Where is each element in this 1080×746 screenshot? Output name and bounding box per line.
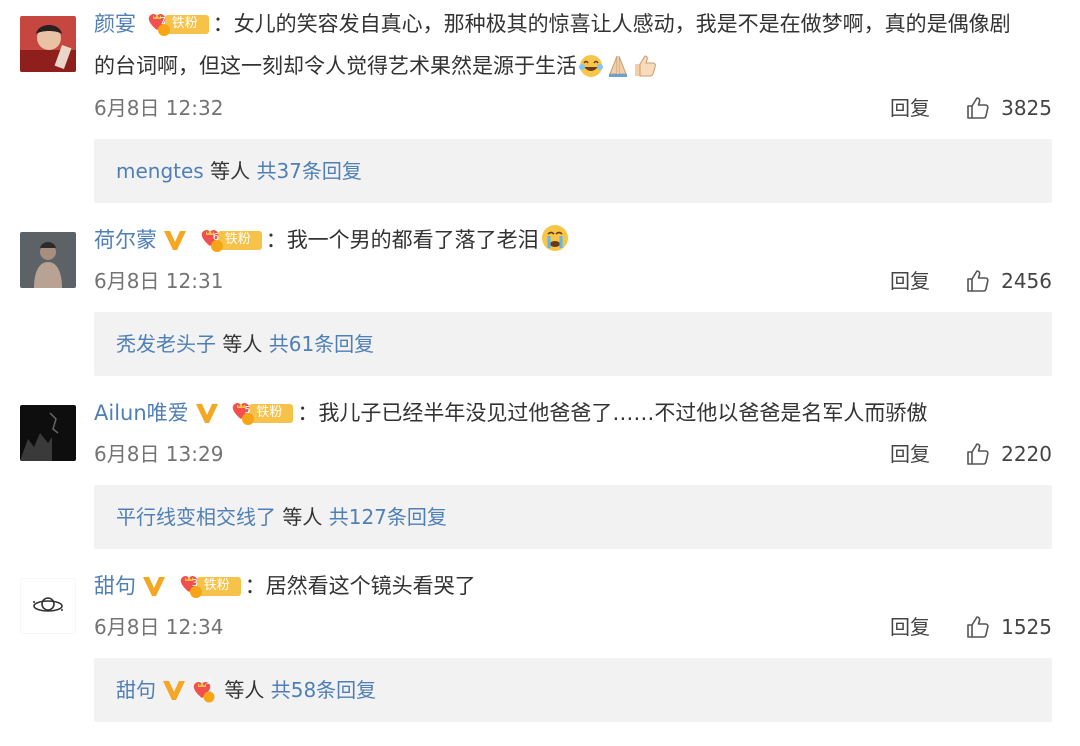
fan-level: 5 <box>244 405 251 416</box>
comment-time: 6月8日 12:34 <box>94 615 224 639</box>
thumbs-up-emoji-icon <box>632 53 658 90</box>
fan-badge-label: 铁粉 <box>224 232 251 247</box>
like-button[interactable]: 2456 <box>965 266 1052 296</box>
thumbs-up-icon <box>965 95 991 121</box>
comment-meta: 6月8日 12:32 回复 3825 <box>94 93 1052 123</box>
fan-badge[interactable]: 3 铁粉 <box>177 573 243 610</box>
crying-emoji-icon <box>540 223 570 264</box>
comment-text-line1: 我一个男的都看了落了老泪 <box>286 228 539 252</box>
avatar[interactable] <box>20 405 76 461</box>
comment-text-line2: 的台词啊，但这一刻却令人觉得艺术果然是源于生活 <box>94 54 577 78</box>
reply-username[interactable]: 平行线变相交线了 <box>116 505 276 529</box>
reply-total-link[interactable]: 共58条回复 <box>271 678 376 702</box>
comment-body: 荷尔蒙 6 铁粉 ：我一个男的都看了落了老泪 <box>94 222 1052 264</box>
reply-button[interactable]: 回复 <box>890 439 930 469</box>
reply-button[interactable]: 回复 <box>890 93 930 123</box>
reply-summary[interactable]: 平行线变相交线了 等人 共127条回复 <box>94 485 1052 549</box>
fan-badge[interactable]: 5 铁粉 <box>229 400 295 437</box>
reply-summary[interactable]: 甜句 3 等人 共58条回复 <box>94 658 1052 722</box>
username-link[interactable]: 甜句 <box>94 574 136 598</box>
comment-meta: 6月8日 13:29 回复 2220 <box>94 439 1052 469</box>
reply-summary[interactable]: 秃发老头子 等人 共61条回复 <box>94 312 1052 376</box>
fan-badge-label: 铁粉 <box>171 16 198 31</box>
thumbs-up-icon <box>965 614 991 640</box>
like-count: 2220 <box>1001 442 1052 466</box>
reply-username[interactable]: mengtes <box>116 159 204 183</box>
fan-level: 3 <box>206 677 212 687</box>
reply-summary[interactable]: mengtes 等人 共37条回复 <box>94 139 1052 203</box>
username-link[interactable]: 颜宴 <box>94 12 136 36</box>
fan-badge-label: 铁粉 <box>256 405 283 420</box>
fan-level: 6 <box>212 232 220 243</box>
verified-v-icon <box>195 400 219 436</box>
fan-badge[interactable]: 7 铁粉 <box>145 11 211 48</box>
comment-body: 甜句 3 铁粉 ：居然看这个镜头看哭了 <box>94 568 1052 610</box>
like-button[interactable]: 1525 <box>965 612 1052 642</box>
laugh-cry-emoji-icon <box>578 53 604 90</box>
avatar[interactable] <box>20 16 76 72</box>
verified-v-icon <box>162 663 186 727</box>
fan-crown-badge-icon[interactable]: 3 <box>190 664 216 728</box>
comment-text-line1: 女儿的笑容发自真心，那种极其的惊喜让人感动，我是不是在做梦啊，真的是偶像剧 <box>233 12 1011 36</box>
reply-total-link[interactable]: 共61条回复 <box>269 332 374 356</box>
and-others-label: 等人 <box>210 159 251 183</box>
username-link[interactable]: 荷尔蒙 <box>94 228 157 252</box>
like-count: 1525 <box>1001 615 1052 639</box>
thumbs-up-icon <box>965 441 991 467</box>
username-link[interactable]: Ailun唯爱 <box>94 401 189 425</box>
thumbs-up-icon <box>965 268 991 294</box>
reply-username[interactable]: 秃发老头子 <box>116 332 216 356</box>
comment-body: 颜宴 7 铁粉 ：女儿的笑容发自真心，那种极其的惊喜让人感动，我是不是在做梦啊，… <box>94 6 1052 90</box>
comment-time: 6月8日 12:32 <box>94 96 224 120</box>
and-others-label: 等人 <box>224 678 265 702</box>
verified-v-icon <box>163 227 187 263</box>
like-count: 2456 <box>1001 269 1052 293</box>
comment-time: 6月8日 13:29 <box>94 442 224 466</box>
and-others-label: 等人 <box>282 505 323 529</box>
fan-badge-label: 铁粉 <box>203 578 230 593</box>
like-button[interactable]: 2220 <box>965 439 1052 469</box>
fan-level: 7 <box>159 16 167 27</box>
reply-total-link[interactable]: 共127条回复 <box>329 505 447 529</box>
comment-meta: 6月8日 12:31 回复 2456 <box>94 266 1052 296</box>
comment-text-line1: 我儿子已经半年没见过他爸爸了……不过他以爸爸是名军人而骄傲 <box>318 401 928 425</box>
and-others-label: 等人 <box>222 332 263 356</box>
like-button[interactable]: 3825 <box>965 93 1052 123</box>
comment-text-line1: 居然看这个镜头看哭了 <box>265 574 476 598</box>
fan-level: 3 <box>191 578 199 589</box>
fan-badge[interactable]: 6 铁粉 <box>198 227 264 264</box>
pray-emoji-icon <box>605 53 631 90</box>
reply-button[interactable]: 回复 <box>890 612 930 642</box>
reply-username[interactable]: 甜句 <box>116 678 156 702</box>
avatar[interactable] <box>20 578 76 634</box>
comment-meta: 6月8日 12:34 回复 1525 <box>94 612 1052 642</box>
verified-v-icon <box>142 573 166 609</box>
comment-body: Ailun唯爱 5 铁粉 ：我儿子已经半年没见过他爸爸了……不过他以爸爸是名军人… <box>94 395 1052 437</box>
like-count: 3825 <box>1001 96 1052 120</box>
comment-time: 6月8日 12:31 <box>94 269 224 293</box>
reply-button[interactable]: 回复 <box>890 266 930 296</box>
reply-total-link[interactable]: 共37条回复 <box>256 159 361 183</box>
avatar[interactable] <box>20 232 76 288</box>
